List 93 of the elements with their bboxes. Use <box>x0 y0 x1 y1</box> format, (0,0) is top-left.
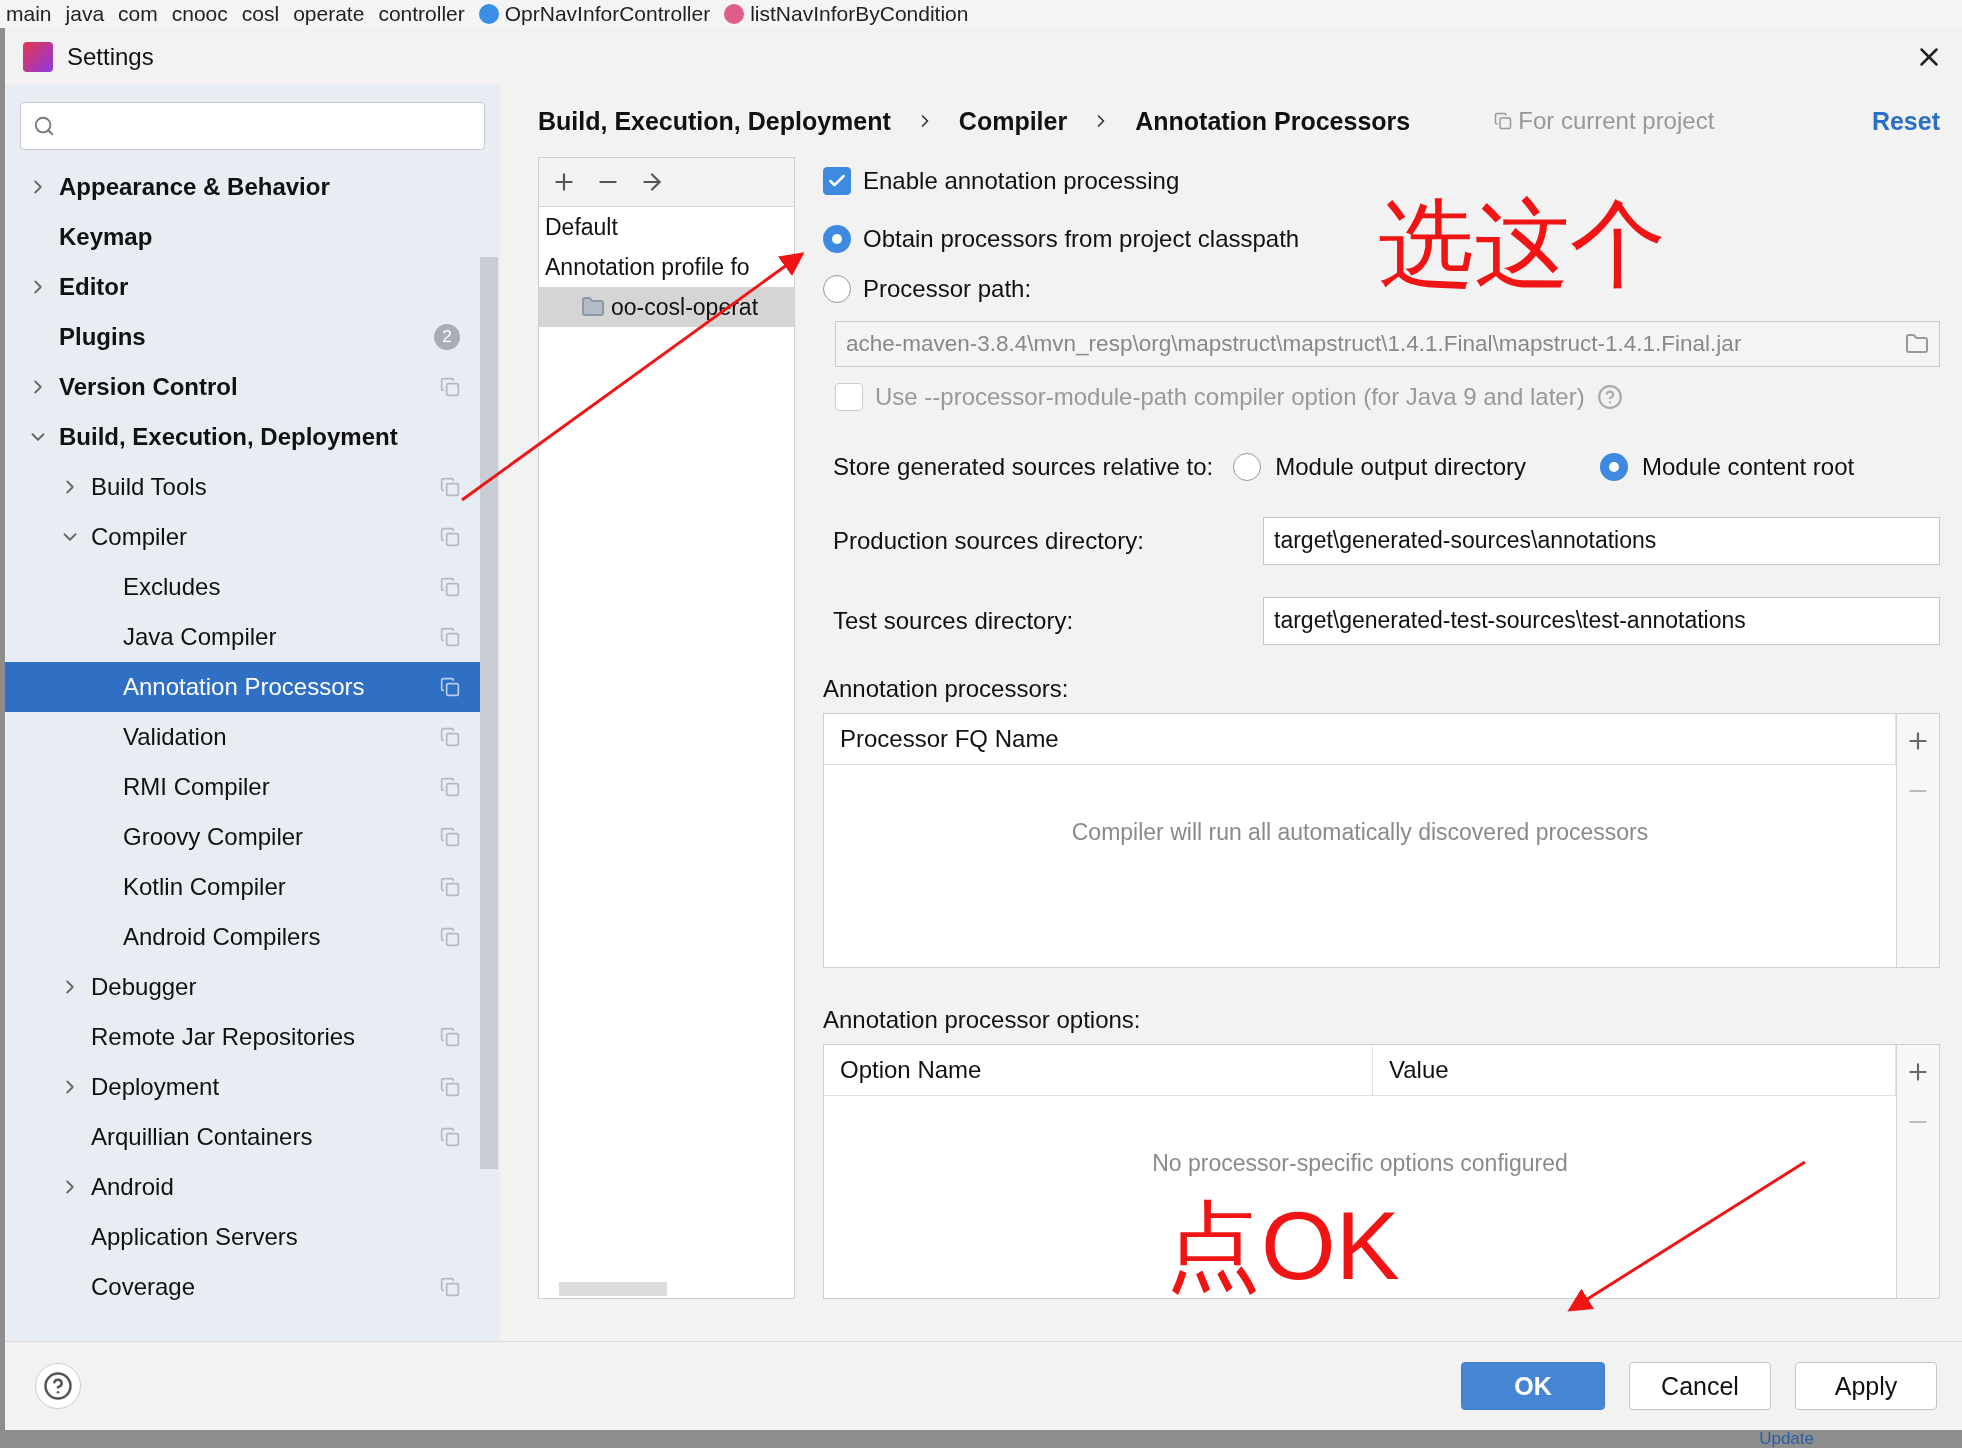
sidebar-item[interactable]: Groovy Compiler <box>5 812 480 862</box>
profile-item[interactable]: Default <box>539 207 794 247</box>
sidebar-item[interactable]: Compiler <box>5 512 480 562</box>
empty-table-text: Compiler will run all automatically discovered processors <box>1071 818 1649 846</box>
field-label: Test sources directory: <box>832 606 1075 635</box>
sidebar-item[interactable]: Remote Jar Repositories <box>5 1012 480 1062</box>
empty-table-text: No processor-specific options configured <box>1152 1149 1568 1177</box>
radio-button[interactable] <box>1600 452 1629 481</box>
radio-button[interactable] <box>1233 452 1262 481</box>
ide-breadcrumb[interactable]: OprNavInforController <box>478 2 711 26</box>
sidebar-item[interactable]: Android <box>5 1162 480 1212</box>
column-header[interactable]: Value <box>1373 1044 1896 1095</box>
page-breadcrumb: Annotation Processors <box>1135 106 1411 136</box>
ide-breadcrumb[interactable]: main <box>6 2 52 26</box>
scope-note: For current project <box>1518 107 1715 135</box>
sidebar-item[interactable]: Coverage <box>5 1262 480 1312</box>
sidebar-item[interactable]: RMI Compiler <box>5 762 480 812</box>
scrollbar[interactable] <box>480 257 498 1169</box>
profile-item[interactable]: Annotation profile fo <box>539 247 794 287</box>
radio-label: Obtain processors from project classpath <box>863 225 1300 253</box>
ide-breadcrumb[interactable]: listNavInforByCondition <box>724 2 969 26</box>
column-header[interactable]: Processor FQ Name <box>824 713 1896 764</box>
project-scope-icon <box>440 627 460 647</box>
project-scope-icon <box>1494 112 1513 130</box>
radio-label: Processor path: <box>863 275 1032 303</box>
ide-breadcrumb[interactable]: cosl <box>241 2 280 26</box>
dialog-button[interactable]: Apply <box>1795 1362 1937 1410</box>
checkbox[interactable] <box>823 167 851 195</box>
project-scope-icon <box>440 1127 460 1147</box>
sidebar-item[interactable]: Arquillian Containers <box>5 1112 480 1162</box>
radio-label: Module output directory <box>1275 452 1527 481</box>
help-button[interactable] <box>35 1363 81 1409</box>
column-header[interactable]: Option Name <box>824 1044 1373 1095</box>
directory-field[interactable]: target\generated-test-sources\test-annotations <box>1263 596 1940 645</box>
ide-breadcrumb[interactable]: com <box>118 2 158 26</box>
search-field[interactable] <box>20 102 485 150</box>
project-scope-icon <box>440 527 460 547</box>
module-folder-icon <box>581 295 605 319</box>
sidebar-item[interactable]: Annotation Processors <box>5 662 480 712</box>
scrollbar[interactable] <box>559 1282 667 1296</box>
dialog-button[interactable]: Cancel <box>1629 1362 1771 1410</box>
annotation-text: 点OK <box>1165 1198 1400 1294</box>
project-scope-icon <box>440 1027 460 1047</box>
directory-field[interactable]: target\generated-sources\annotations <box>1263 516 1940 565</box>
project-scope-icon <box>440 1077 460 1097</box>
sidebar-item[interactable]: Deployment <box>5 1062 480 1112</box>
checkbox-label: Enable annotation processing <box>863 167 1180 195</box>
project-scope-icon <box>440 577 460 597</box>
ide-breadcrumb[interactable]: cnooc <box>171 2 228 26</box>
field-label: Store generated sources relative to: <box>833 452 1214 481</box>
ide-breadcrumb[interactable]: controller <box>378 2 465 26</box>
project-scope-icon <box>440 827 460 847</box>
sidebar-item[interactable]: Java Compiler <box>5 612 480 662</box>
sidebar-item[interactable]: Build Tools <box>5 462 480 512</box>
project-scope-icon <box>440 377 460 397</box>
project-scope-icon <box>440 1277 460 1297</box>
project-scope-icon <box>440 777 460 797</box>
window-title: Settings <box>67 42 155 71</box>
ide-breadcrumb[interactable]: java <box>65 2 105 26</box>
sidebar-item[interactable]: Kotlin Compiler <box>5 862 480 912</box>
sidebar-item[interactable]: Keymap <box>5 212 480 262</box>
sidebar-item[interactable]: Editor <box>5 262 480 312</box>
radio-button[interactable] <box>823 275 851 303</box>
section-title: Annotation processor options: <box>823 1005 1142 1034</box>
page-breadcrumb: Compiler <box>958 106 1068 136</box>
checkbox-label: Use --processor-module-path compiler option (for Java 9 and later) <box>875 382 1585 411</box>
project-scope-icon <box>440 677 460 697</box>
reset-link[interactable]: Reset <box>1871 106 1940 136</box>
sidebar-item[interactable]: Debugger <box>5 962 480 1012</box>
update-count-badge: 2 <box>434 324 460 350</box>
radio-label: Module content root <box>1642 452 1855 481</box>
annotation-text: 选这个 <box>1378 196 1666 292</box>
sidebar-item[interactable]: Plugins 2 <box>5 312 480 362</box>
sidebar-item[interactable]: Version Control <box>5 362 480 412</box>
project-scope-icon <box>440 877 460 897</box>
sidebar-item[interactable]: Android Compilers <box>5 912 480 962</box>
dialog-button[interactable]: OK <box>1461 1362 1605 1410</box>
sidebar-item[interactable]: Appearance & Behavior <box>5 162 480 212</box>
project-scope-icon <box>440 477 460 497</box>
sidebar-item[interactable]: Validation <box>5 712 480 762</box>
field-label: Production sources directory: <box>832 526 1145 555</box>
sidebar-item[interactable]: Application Servers <box>5 1212 480 1262</box>
page-breadcrumb: Build, Execution, Deployment <box>538 106 891 136</box>
project-scope-icon <box>440 927 460 947</box>
search-icon <box>33 115 55 137</box>
help-icon <box>43 1371 73 1401</box>
sidebar-item[interactable]: Build, Execution, Deployment <box>5 412 480 462</box>
app-logo-icon <box>23 41 53 72</box>
project-scope-icon <box>440 727 460 747</box>
radio-button[interactable] <box>823 225 851 253</box>
ide-breadcrumb[interactable]: operate <box>293 2 365 26</box>
sidebar-item[interactable]: Excludes <box>5 562 480 612</box>
section-title: Annotation processors: <box>823 674 1070 703</box>
